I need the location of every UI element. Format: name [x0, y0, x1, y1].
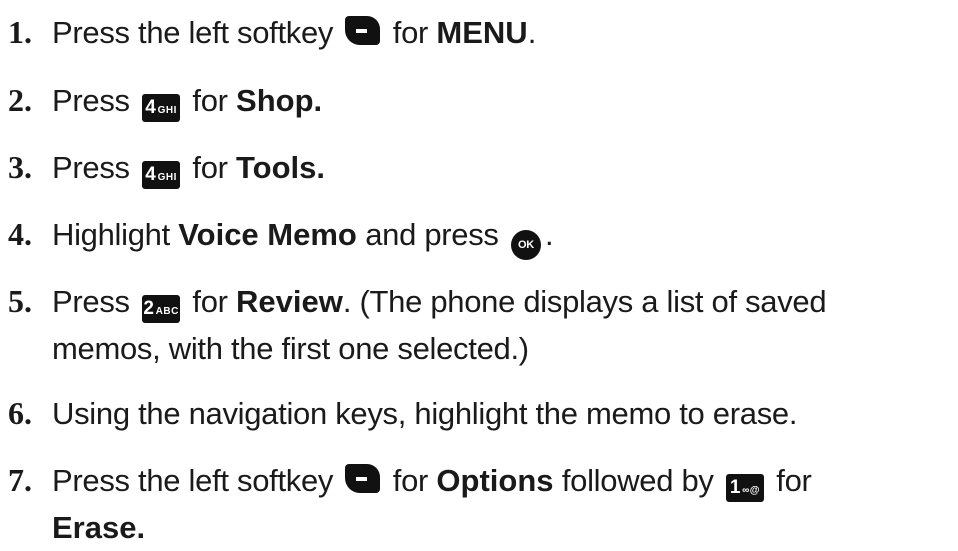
erase-label: Erase.	[52, 510, 146, 545]
options-label: Options	[436, 463, 554, 498]
step-text: followed by	[561, 463, 714, 498]
step-text: .	[527, 15, 537, 50]
step-text: .	[544, 217, 554, 252]
step-text: for	[776, 463, 812, 498]
step-text: Using the navigation keys, highlight the…	[52, 396, 798, 431]
step-text: Press	[52, 284, 130, 319]
menu-label: MENU	[436, 15, 528, 50]
key-4-ghi-icon: 4 GHI	[142, 94, 181, 122]
key-4-ghi-icon: 4 GHI	[142, 161, 181, 189]
step-text: Press	[52, 83, 130, 118]
key-1-icon: 1 ∞@	[725, 474, 764, 502]
shop-label: Shop.	[236, 83, 323, 118]
step-text: for	[392, 15, 429, 50]
step-number: 7.	[8, 462, 32, 498]
step-number: 3.	[8, 149, 32, 185]
step-text: Press	[52, 150, 130, 185]
step-text: Press the left softkey	[52, 463, 334, 498]
step-text: Press the left softkey	[52, 15, 334, 50]
step-number: 1.	[8, 14, 32, 50]
left-softkey-icon	[345, 464, 381, 493]
step-text: . (The phone displays a list of saved	[342, 284, 827, 319]
step-text: for	[192, 284, 228, 319]
step-text: for	[192, 150, 228, 185]
step-number: 2.	[8, 82, 32, 118]
key-2-abc-icon: 2 ABC	[142, 295, 181, 323]
review-label: Review	[236, 284, 343, 319]
step-text: for	[392, 463, 429, 498]
left-softkey-icon	[345, 16, 381, 45]
tools-label: Tools.	[236, 150, 325, 185]
step-number: 6.	[8, 395, 32, 431]
step-number: 4.	[8, 216, 32, 252]
step-text: and press	[365, 217, 499, 252]
step-text: Highlight	[52, 217, 170, 252]
step-text: memos, with the first one selected.)	[52, 331, 529, 366]
step-text: for	[192, 83, 228, 118]
voice-memo-label: Voice Memo	[178, 217, 357, 252]
ok-key-icon: OK	[510, 230, 541, 260]
step-number: 5.	[8, 283, 32, 319]
